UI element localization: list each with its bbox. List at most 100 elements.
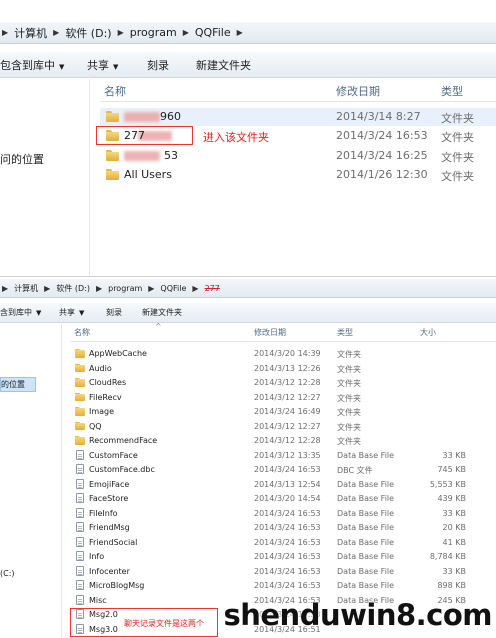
- file-name: CustomFace.dbc: [89, 465, 155, 474]
- chevron-down-icon: ▼: [36, 309, 42, 317]
- file-type: Data Base File: [337, 537, 395, 547]
- redacted-mask: [124, 151, 160, 161]
- file-name: All Users: [124, 168, 172, 181]
- list-item[interactable]: CloudRes 2014/3/12 12:28 文件夹: [70, 376, 496, 390]
- breadcrumb-qqfile[interactable]: QQFile: [195, 26, 231, 39]
- file-size: 439 KB: [437, 494, 466, 503]
- file-type: Data Base File: [337, 450, 395, 460]
- column-size[interactable]: 大小: [420, 327, 436, 338]
- list-item[interactable]: FriendMsg 2014/3/24 16:53 Data Base File 20…: [70, 521, 496, 535]
- file-date: 2014/3/24 16:53: [336, 129, 428, 142]
- list-item[interactable]: FileRecv 2014/3/12 12:27 文件夹: [70, 391, 496, 405]
- folder-icon: [75, 349, 85, 358]
- list-item[interactable]: MicroBlogMsg 2014/3/24 16:53 Data Base Fil…: [70, 579, 496, 593]
- file-type: 文件夹: [441, 112, 474, 125]
- breadcrumb-drive-d[interactable]: 软件 (D:): [65, 25, 111, 41]
- navigation-pane: 的位置 (C:): [0, 324, 62, 638]
- list-item[interactable]: Image 2014/3/24 16:49 文件夹: [70, 405, 496, 419]
- file-name: CloudRes: [89, 378, 127, 387]
- file-name: RecommendFace: [89, 436, 158, 445]
- burn-button[interactable]: 刻录: [147, 57, 169, 73]
- file-name: MicroBlogMsg: [89, 581, 145, 590]
- column-type[interactable]: 类型: [337, 327, 353, 338]
- file-type: 文件夹: [441, 131, 474, 144]
- list-item[interactable]: QQ 2014/3/12 12:27 文件夹: [70, 420, 496, 434]
- list-item[interactable]: Audio 2014/3/13 12:26 文件夹: [70, 362, 496, 376]
- list-item[interactable]: EmojiFace 2014/3/13 12:54 Data Base File 5,…: [70, 478, 496, 492]
- column-name[interactable]: 名称: [74, 327, 90, 338]
- file-date: 2014/3/24 16:53: [254, 566, 321, 576]
- list-item[interactable]: FileInfo 2014/3/24 16:53 Data Base File 33 …: [70, 507, 496, 521]
- breadcrumb-program[interactable]: program: [108, 284, 142, 293]
- breadcrumb-computer[interactable]: 计算机: [14, 25, 47, 41]
- breadcrumb-current-folder[interactable]: 277: [205, 284, 220, 293]
- list-item[interactable]: CustomFace.dbc 2014/3/24 16:53 DBC 文件 745 K…: [70, 463, 496, 477]
- file-date: 2014/3/12 13:35: [254, 450, 321, 460]
- burn-button[interactable]: 刻录: [106, 307, 122, 318]
- nav-item-recent-places[interactable]: 的位置: [0, 377, 36, 392]
- share-button[interactable]: 共享 ▼: [59, 307, 84, 318]
- list-item[interactable]: FaceStore 2014/3/20 14:54 Data Base File 43…: [70, 492, 496, 506]
- nav-item-recent-places[interactable]: 问的位置: [0, 151, 44, 167]
- column-date[interactable]: 修改日期: [254, 327, 286, 338]
- folder-icon: [106, 111, 119, 122]
- list-item[interactable]: 960 2014/3/14 8:27 文件夹: [100, 108, 496, 126]
- file-date: 2014/3/24 16:53: [254, 508, 321, 518]
- file-name: 53: [164, 149, 178, 162]
- chevron-right-icon: ▶: [2, 28, 9, 37]
- file-date: 2014/3/20 14:54: [254, 494, 321, 503]
- file-date: 2014/3/13 12:26: [254, 363, 321, 373]
- file-type: Data Base File: [337, 566, 395, 576]
- file-name: FriendSocial: [89, 537, 138, 547]
- file-size: 8,784 KB: [429, 552, 466, 561]
- new-folder-button[interactable]: 新建文件夹: [142, 307, 182, 318]
- file-icon: [76, 493, 84, 503]
- breadcrumb-drive-d[interactable]: 软件 (D:): [56, 283, 90, 294]
- file-type: 文件夹: [337, 393, 361, 403]
- list-item[interactable]: 53 2014/3/24 16:25 文件夹: [100, 147, 496, 165]
- list-item[interactable]: All Users 2014/1/26 12:30 文件夹: [100, 166, 496, 184]
- list-item[interactable]: CustomFace 2014/3/12 13:35 Data Base File 3…: [70, 449, 496, 463]
- file-icon: [76, 594, 84, 605]
- include-in-library-button[interactable]: 含到库中 ▼: [0, 307, 41, 318]
- file-date: 2014/3/20 14:39: [254, 349, 321, 358]
- file-size: 33 KB: [442, 508, 466, 518]
- highlight-box: [96, 126, 193, 145]
- list-item[interactable]: AppWebCache 2014/3/20 14:39 文件夹: [70, 347, 496, 361]
- share-button[interactable]: 共享 ▼: [87, 57, 118, 73]
- file-name: Audio: [89, 363, 112, 373]
- breadcrumb-program[interactable]: program: [130, 26, 177, 39]
- chevron-down-icon: ▼: [113, 62, 119, 71]
- list-item[interactable]: Infocenter 2014/3/24 16:53 Data Base File 3…: [70, 565, 496, 579]
- chevron-right-icon: ▶: [95, 283, 103, 293]
- column-date[interactable]: 修改日期: [336, 83, 380, 99]
- list-item[interactable]: Info 2014/3/24 16:53 Data Base File 8,784 K…: [70, 550, 496, 564]
- file-size: 33 KB: [442, 566, 466, 576]
- column-name[interactable]: 名称: [104, 83, 126, 99]
- file-size: 745 KB: [437, 465, 466, 474]
- address-bar[interactable]: ▶ 计算机 ▶ 软件 (D:) ▶ program ▶ QQFile ▶: [0, 22, 496, 44]
- breadcrumb-computer[interactable]: 计算机: [14, 283, 38, 294]
- file-size: 33 KB: [442, 450, 466, 460]
- nav-item-drive-c[interactable]: (C:): [0, 569, 15, 578]
- chevron-down-icon: ▼: [79, 309, 85, 317]
- address-bar[interactable]: ▶ 计算机 ▶ 软件 (D:) ▶ program ▶ QQFile ▶ 277: [0, 279, 496, 298]
- file-date: 2014/3/12 12:27: [254, 421, 321, 431]
- list-item[interactable]: RecommendFace 2014/3/12 12:28 文件夹: [70, 434, 496, 448]
- chevron-right-icon: ▶: [53, 28, 60, 37]
- chevron-right-icon: ▶: [44, 283, 51, 293]
- file-date: 2014/3/24 16:49: [254, 407, 321, 416]
- breadcrumb-qqfile[interactable]: QQFile: [160, 284, 186, 293]
- new-folder-button[interactable]: 新建文件夹: [196, 57, 251, 73]
- list-item[interactable]: FriendSocial 2014/3/24 16:53 Data Base Fil…: [70, 536, 496, 550]
- file-date: 2014/3/14 8:27: [336, 110, 421, 123]
- file-type: Data Base File: [337, 552, 395, 561]
- file-type: 文件夹: [337, 364, 361, 374]
- include-in-library-button[interactable]: 包含到库中 ▼: [0, 57, 64, 73]
- file-date: 2014/3/12 12:28: [254, 436, 321, 445]
- file-type: 文件夹: [337, 437, 361, 446]
- column-header: 名称 修改日期 类型: [100, 80, 496, 102]
- file-name: Infocenter: [89, 566, 130, 576]
- file-size: 20 KB: [442, 523, 466, 532]
- column-type[interactable]: 类型: [441, 83, 463, 99]
